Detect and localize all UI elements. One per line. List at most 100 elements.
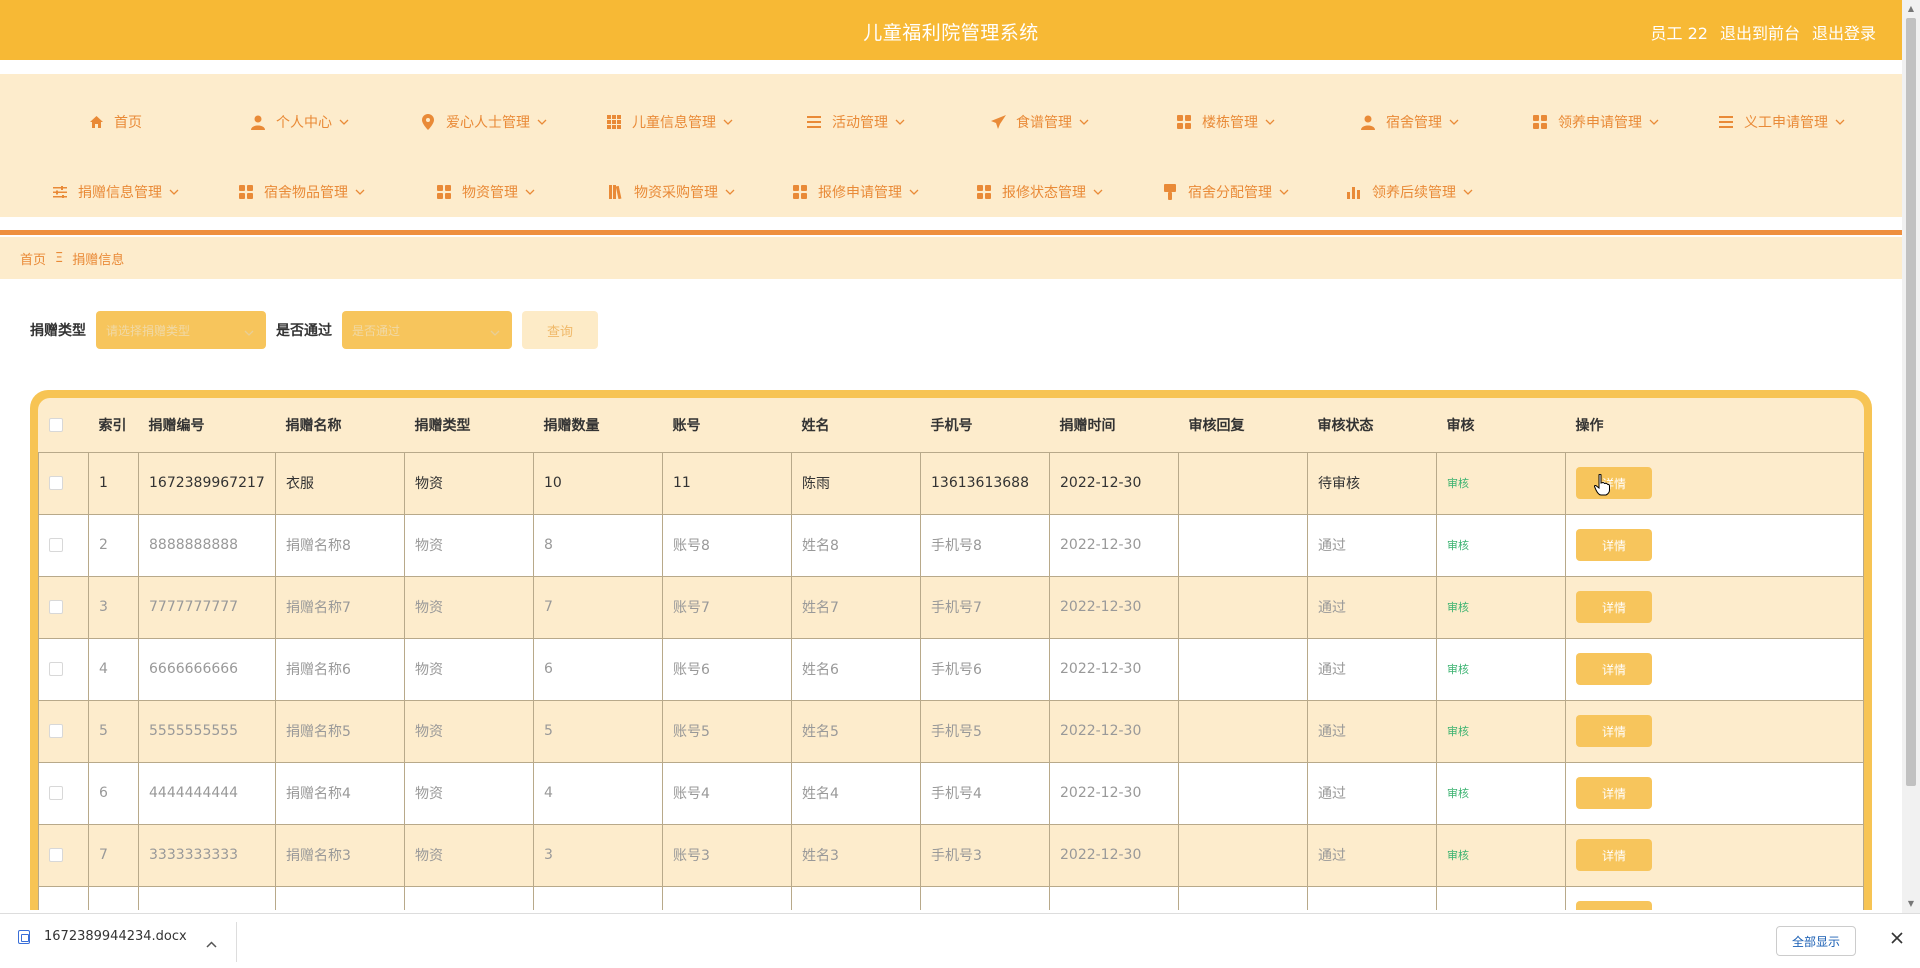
detail-button[interactable]: 详情	[1576, 777, 1652, 809]
nav-item-buildings[interactable]: 楼栋管理	[1176, 110, 1277, 134]
nav-item-repair-requests[interactable]: 报修申请管理	[792, 180, 921, 204]
row-checkbox[interactable]	[49, 724, 63, 738]
apps-icon	[238, 184, 254, 200]
audit-link[interactable]: 审核	[1447, 601, 1469, 614]
audit-link[interactable]: 审核	[1447, 725, 1469, 738]
cell-phone: 手机号5	[920, 699, 1050, 763]
nav-item-supplies[interactable]: 物资管理	[436, 180, 537, 204]
chevron-down-icon	[339, 116, 351, 128]
detail-button[interactable]: 详情	[1576, 901, 1652, 910]
cell-account: 11	[662, 451, 792, 515]
nav-item-dorms[interactable]: 宿舍管理	[1360, 110, 1461, 134]
chevron-up-icon[interactable]	[206, 933, 217, 952]
cell-account: 账号7	[662, 575, 792, 639]
nav-item-repair-status[interactable]: 报修状态管理	[976, 180, 1105, 204]
cell-reply	[1178, 699, 1308, 763]
audit-link[interactable]: 审核	[1447, 477, 1469, 490]
cell-qty: 6	[533, 637, 663, 701]
row-checkbox[interactable]	[49, 600, 63, 614]
show-all-button[interactable]: 全部显示	[1776, 926, 1856, 956]
cell-phone: 手机号7	[920, 575, 1050, 639]
logout-link[interactable]: 退出登录	[1812, 20, 1876, 44]
cell-name: 捐赠名称7	[275, 575, 405, 639]
audit-link[interactable]: 审核	[1447, 663, 1469, 676]
to-front-link[interactable]: 退出到前台	[1720, 20, 1800, 44]
audit-link[interactable]: 审核	[1447, 787, 1469, 800]
detail-button[interactable]: 详情	[1576, 839, 1652, 871]
close-icon[interactable]	[1890, 930, 1904, 949]
nav-item-adoption[interactable]: 领养申请管理	[1532, 110, 1661, 134]
audit-link[interactable]: 审核	[1447, 539, 1469, 552]
col-header: 姓名	[801, 417, 830, 434]
cell-person: 姓名7	[791, 575, 921, 639]
table-row: 1 1672389967217 衣服 物资 10 11 陈雨 13613613688 2022-…	[38, 451, 1864, 515]
cell-person: 姓名8	[791, 513, 921, 577]
detail-button[interactable]: 详情	[1576, 467, 1652, 499]
cell-status: 通过	[1307, 823, 1437, 887]
nav-item-recipes[interactable]: 食谱管理	[990, 110, 1091, 134]
cell-phone: 手机号8	[920, 513, 1050, 577]
chevron-down-icon	[895, 116, 907, 128]
cell-no: 5555555555	[138, 699, 276, 763]
download-item[interactable]: 1672389944234.docx	[18, 929, 187, 944]
nav-item-activities[interactable]: 活动管理	[806, 110, 907, 134]
detail-button[interactable]: 详情	[1576, 591, 1652, 623]
select-all-checkbox[interactable]	[48, 417, 63, 432]
pass-select[interactable]: 是否通过	[342, 311, 512, 349]
scroll-down-icon[interactable]: ▼	[1906, 899, 1916, 909]
page-scrollbar[interactable]: ▲ ▼	[1902, 0, 1920, 913]
chevron-down-icon	[1079, 116, 1091, 128]
cell-date: 2022-12-30	[1049, 451, 1179, 515]
nav-item-personal[interactable]: 个人中心	[250, 110, 351, 134]
detail-button[interactable]: 详情	[1576, 529, 1652, 561]
col-header: 账号	[672, 417, 701, 434]
cell-name: 捐赠名称8	[275, 513, 405, 577]
cell-status: 待审核	[1307, 451, 1437, 515]
divider	[236, 922, 237, 962]
cell-type: 物资	[404, 513, 534, 577]
nav-item-donors[interactable]: 爱心人士管理	[420, 110, 549, 134]
detail-button[interactable]: 详情	[1576, 715, 1652, 747]
nav-item-home[interactable]: 首页	[88, 110, 142, 134]
nav-item-donations[interactable]: 捐赠信息管理	[52, 180, 181, 204]
nav-item-dorm-items[interactable]: 宿舍物品管理	[238, 180, 367, 204]
nav-item-dorm-allocation[interactable]: 宿舍分配管理	[1162, 180, 1291, 204]
detail-button[interactable]: 详情	[1576, 653, 1652, 685]
scroll-thumb[interactable]	[1906, 18, 1916, 786]
audit-link[interactable]: 审核	[1447, 849, 1469, 862]
chevron-down-icon	[525, 186, 537, 198]
cell-idx: 3	[88, 575, 139, 639]
cell-idx: 2	[88, 513, 139, 577]
donation-type-select[interactable]: 请选择捐赠类型	[96, 311, 266, 349]
nav-item-post-adoption[interactable]: 领养后续管理	[1346, 180, 1475, 204]
send-icon	[990, 114, 1006, 130]
nav-item-children[interactable]: 儿童信息管理	[606, 110, 735, 134]
cell-phone: 手机号4	[920, 761, 1050, 825]
list-icon	[806, 114, 822, 130]
row-checkbox[interactable]	[49, 786, 63, 800]
row-checkbox[interactable]	[49, 476, 63, 490]
cell-actions: 详情	[1565, 637, 1864, 701]
col-header: 捐赠名称	[285, 417, 342, 434]
row-checkbox[interactable]	[49, 662, 63, 676]
query-button[interactable]: 查询	[522, 311, 598, 349]
scroll-up-icon[interactable]: ▲	[1906, 4, 1916, 14]
row-checkbox[interactable]	[49, 538, 63, 552]
nav-item-purchasing[interactable]: 物资采购管理	[608, 180, 737, 204]
search-bar: 捐赠类型 请选择捐赠类型 是否通过 是否通过 查询	[30, 311, 598, 349]
nav-item-volunteer[interactable]: 义工申请管理	[1718, 110, 1847, 134]
mouse-cursor-icon	[1593, 473, 1610, 500]
nav-label: 楼栋管理	[1202, 115, 1258, 131]
cell-actions: 详情	[1565, 575, 1864, 639]
row-checkbox[interactable]	[49, 848, 63, 862]
pass-placeholder: 是否通过	[352, 323, 401, 338]
chevron-down-icon	[1463, 186, 1475, 198]
cell-date: 2022-12-30	[1049, 761, 1179, 825]
cell-type: 物资	[404, 761, 534, 825]
app-title: 儿童福利院管理系统	[863, 22, 1039, 44]
col-header: 操作	[1575, 417, 1604, 434]
cell-reply	[1178, 885, 1308, 910]
breadcrumb-home[interactable]: 首页	[20, 249, 46, 268]
row-select-cell	[38, 637, 89, 701]
breadcrumb-separator: Ξ	[55, 250, 64, 266]
